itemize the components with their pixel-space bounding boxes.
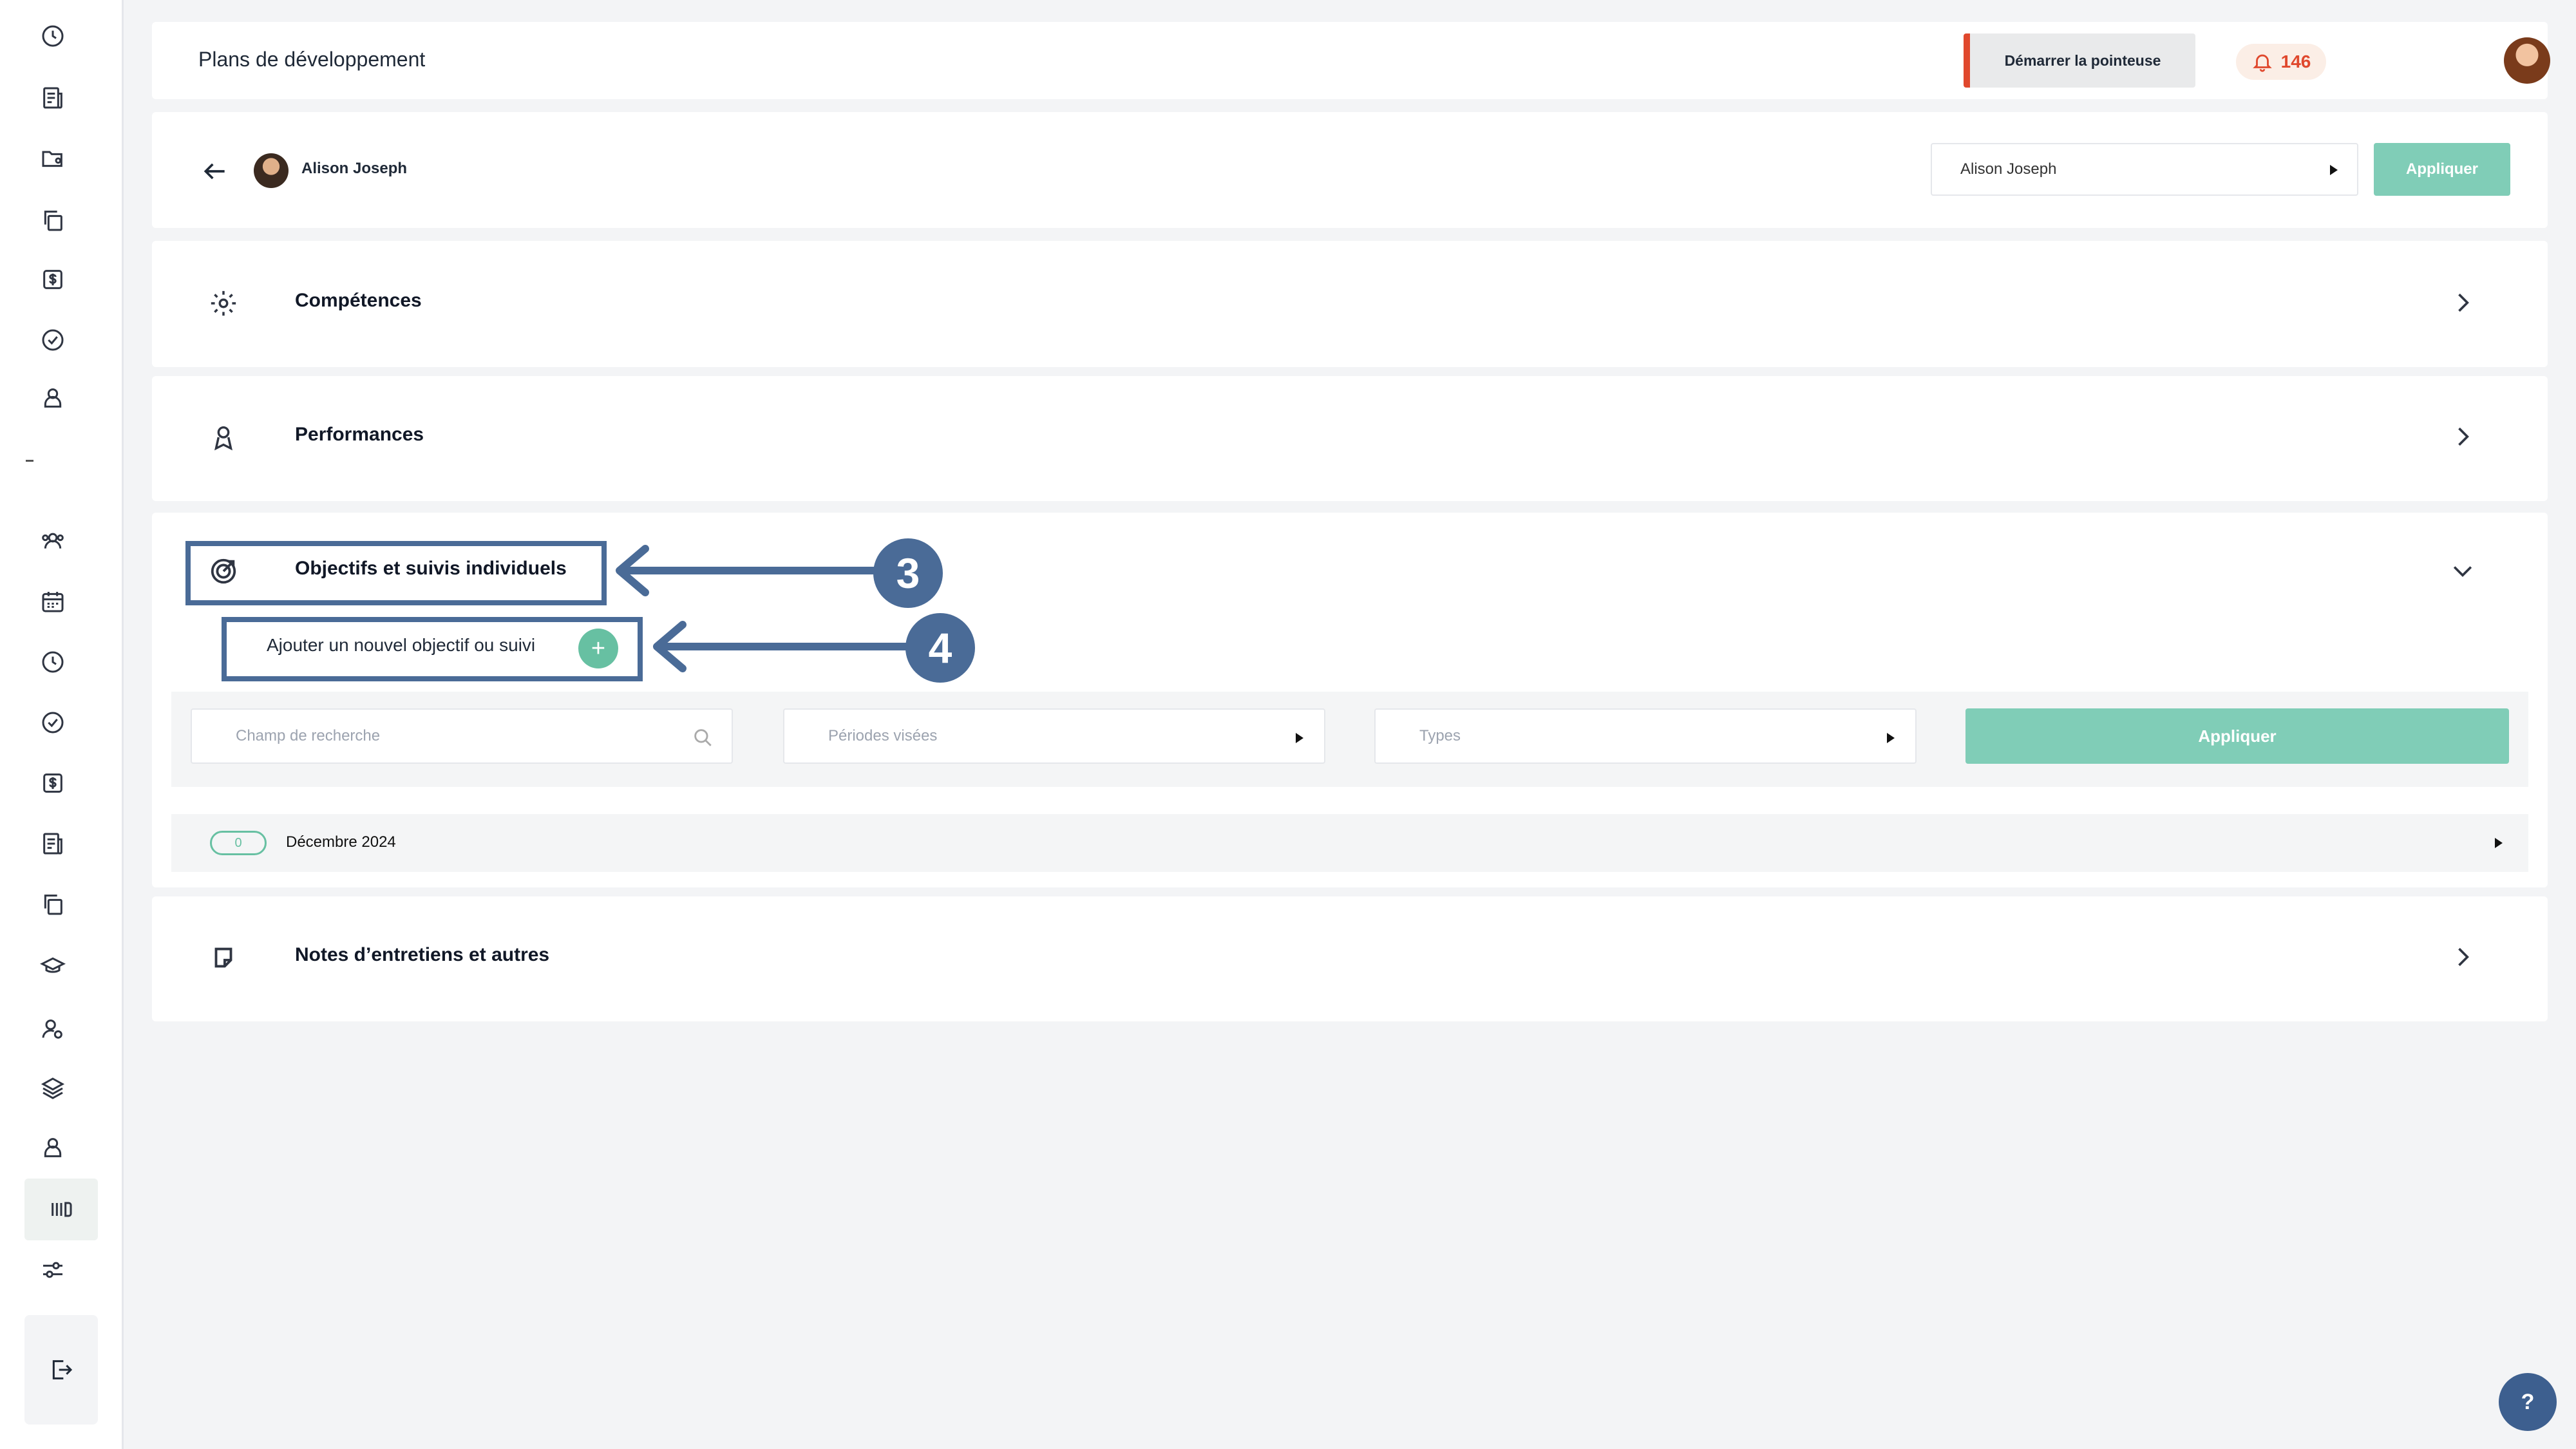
section-competences[interactable]: Compétences	[152, 241, 2548, 367]
periods-select[interactable]: Périodes visées	[783, 708, 1325, 764]
clock-icon[interactable]	[33, 643, 72, 681]
document-list-icon[interactable]	[33, 79, 72, 117]
sliders-icon[interactable]	[33, 1251, 72, 1289]
apply-filter-button[interactable]: Appliquer	[1965, 708, 2509, 764]
employee-name: Alison Joseph	[301, 160, 408, 177]
gear-icon	[211, 290, 236, 316]
help-button[interactable]: ?	[2499, 1373, 2557, 1431]
periods-placeholder: Périodes visées	[828, 727, 938, 744]
employee-select-value: Alison Joseph	[1960, 160, 2057, 178]
dollar-icon[interactable]	[33, 260, 72, 299]
caret-right-icon	[1887, 733, 1895, 743]
page-title: Plans de développement	[198, 48, 426, 71]
caret-right-icon	[1296, 733, 1303, 743]
check-circle-icon[interactable]	[33, 321, 72, 359]
chevron-right-icon[interactable]	[2448, 943, 2477, 971]
period-label: Décembre 2024	[286, 833, 396, 851]
start-pointeuse-button[interactable]: Démarrer la pointeuse	[1964, 33, 2195, 88]
period-row[interactable]: 0 Décembre 2024	[171, 814, 2528, 872]
graduation-cap-icon[interactable]	[33, 947, 72, 985]
top-header: Plans de développement Démarrer la point…	[152, 22, 2550, 99]
annotation-badge-3: 3	[873, 538, 943, 608]
back-arrow-icon[interactable]	[201, 157, 229, 185]
employee-selector-card: Alison Joseph Alison Joseph Appliquer	[152, 112, 2548, 228]
search-input[interactable]: Champ de recherche	[191, 708, 733, 764]
annotation-box-3	[185, 541, 607, 605]
period-count-badge: 0	[210, 831, 267, 855]
team-icon[interactable]	[33, 522, 72, 560]
copy-icon[interactable]	[33, 201, 72, 240]
employee-avatar	[254, 153, 289, 188]
caret-right-icon	[2495, 838, 2503, 848]
folder-user-icon[interactable]	[33, 139, 72, 178]
section-title: Notes d’entretiens et autres	[295, 944, 550, 965]
layers-icon[interactable]	[33, 1069, 72, 1108]
section-objectifs: Objectifs et suivis individuels 3 Ajoute…	[152, 513, 2548, 887]
dollar-icon[interactable]	[33, 764, 72, 802]
annotation-arrow-4	[653, 621, 947, 672]
user-settings-icon[interactable]	[33, 1010, 72, 1048]
chevron-down-icon[interactable]	[2448, 556, 2477, 585]
calendar-icon[interactable]	[33, 582, 72, 621]
section-title: Compétences	[295, 290, 422, 311]
bell-icon	[2252, 54, 2272, 72]
development-plans-icon[interactable]	[24, 1179, 98, 1240]
award-icon	[214, 426, 232, 451]
search-icon	[694, 729, 712, 746]
user-icon[interactable]	[33, 379, 72, 417]
sidebar-divider	[26, 460, 33, 462]
notifications-button[interactable]: 146	[2236, 44, 2326, 80]
clock-icon[interactable]	[33, 17, 72, 55]
filter-bar: Champ de recherche Périodes visées Types…	[171, 692, 2528, 787]
chevron-right-icon[interactable]	[2448, 422, 2477, 451]
search-placeholder: Champ de recherche	[236, 727, 381, 744]
annotation-arrow-3	[616, 545, 909, 596]
notification-count: 146	[2280, 52, 2311, 71]
section-title: Performances	[295, 424, 424, 445]
apply-employee-button[interactable]: Appliquer	[2374, 143, 2510, 196]
logout-icon	[52, 1360, 73, 1379]
check-circle-icon[interactable]	[33, 703, 72, 742]
document-list-icon[interactable]	[33, 824, 72, 863]
user-icon[interactable]	[33, 1128, 72, 1167]
sidebar	[0, 0, 124, 1449]
user-avatar[interactable]	[2504, 37, 2550, 84]
caret-right-icon	[2330, 165, 2338, 175]
employee-select[interactable]: Alison Joseph	[1931, 143, 2358, 196]
types-select[interactable]: Types	[1374, 708, 1917, 764]
logout-button[interactable]	[24, 1315, 98, 1425]
add-objective-link[interactable]: Ajouter un nouvel objectif ou suivi	[267, 635, 535, 656]
section-performances[interactable]: Performances	[152, 376, 2548, 501]
types-placeholder: Types	[1419, 727, 1461, 744]
annotation-badge-4: 4	[905, 613, 975, 683]
copy-icon[interactable]	[33, 885, 72, 923]
add-objective-button[interactable]: +	[578, 629, 618, 668]
note-icon	[214, 947, 232, 968]
chevron-right-icon[interactable]	[2448, 289, 2477, 317]
section-notes[interactable]: Notes d’entretiens et autres	[152, 896, 2548, 1021]
